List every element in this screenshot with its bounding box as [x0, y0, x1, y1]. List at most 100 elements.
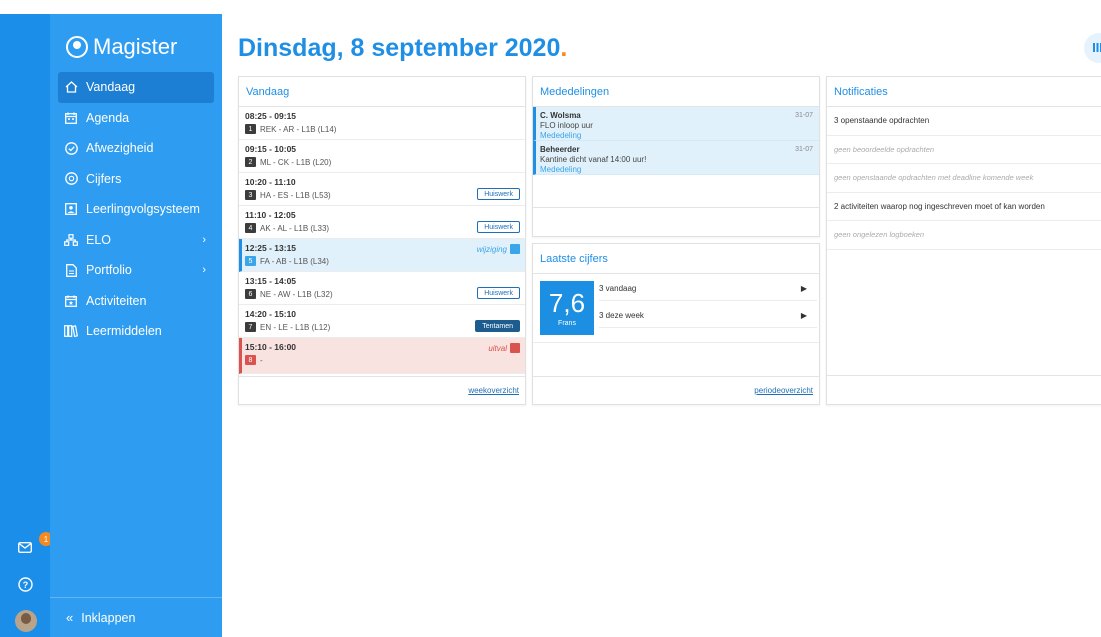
homework-tag[interactable]: Huiswerk [477, 221, 520, 233]
change-status-label: wijziging [476, 244, 507, 254]
sidebar-item-afwezigheid[interactable]: Afwezigheid [58, 133, 214, 164]
app-name: Magister [93, 34, 178, 59]
rail-top [0, 0, 50, 14]
latest-grade-value: 7,6 [548, 288, 586, 318]
lesson-time: 10:20 - 11:10 [245, 177, 296, 187]
grades-today-row[interactable]: 3 vandaag ▶ [599, 277, 817, 301]
period-overview-link[interactable]: periodeoverzicht [533, 376, 819, 404]
page-title-dot: . [560, 34, 568, 62]
lesson-time: 13:15 - 14:05 [245, 276, 297, 286]
notifications-divider [827, 375, 1101, 376]
lesson-info: - [260, 355, 263, 365]
sidebar-item-activiteiten[interactable]: Activiteiten [58, 286, 214, 317]
sidebar-item-elo[interactable]: ELO › [58, 225, 214, 256]
lesson-hour: 8 [245, 355, 256, 365]
lesson-info: AK - AL - L1B (L33) [260, 223, 330, 233]
latest-grade-tile[interactable]: 7,6 Frans [540, 281, 594, 335]
announcements-panel: Mededelingen C. Wolsma FLO inloop uur Me… [532, 76, 820, 237]
announcement-sender: C. Wolsma [540, 111, 581, 120]
announcement-sender: Beheerder [540, 145, 580, 154]
sidebar: Magister Vandaag Agenda Afwezigheid Cijf… [50, 14, 222, 637]
lesson-info: FA - AB - L1B (L34) [260, 256, 329, 266]
sidebar-item-agenda[interactable]: Agenda [58, 103, 214, 134]
announcement-date: 31-07 [795, 146, 813, 153]
sidebar-item-label: Vandaag [86, 80, 136, 95]
document-icon [64, 263, 78, 277]
sidebar-item-label: Agenda [86, 110, 130, 125]
announcement-item[interactable]: Beheerder Kantine dicht vanaf 14:00 uur!… [533, 141, 819, 175]
exam-tag[interactable]: Tentamen [475, 320, 520, 332]
sidebar-item-vandaag[interactable]: Vandaag [58, 72, 214, 103]
lesson-hour: 4 [245, 223, 256, 233]
cancel-status: uitval [488, 343, 520, 353]
cancel-calendar-icon [510, 343, 520, 353]
schedule-row[interactable]: 08:25 - 09:15 1 REK - AR - L1B (L14) [239, 107, 525, 140]
lesson-hour: 1 [245, 124, 256, 134]
announcement-type: Mededeling [540, 165, 582, 174]
page-title-text: Dinsdag, 8 september 2020 [238, 34, 561, 62]
sidebar-nav: Vandaag Agenda Afwezigheid Cijfers Leerl… [58, 72, 214, 347]
today-panel: Vandaag 08:25 - 09:15 1 REK - AR - L1B (L… [238, 76, 526, 405]
collapse-button[interactable]: « Inklappen [50, 597, 222, 637]
sidebar-item-label: ELO [86, 232, 112, 247]
lesson-info: HA - ES - L1B (L53) [260, 190, 331, 200]
lesson-time: 09:15 - 10:05 [245, 144, 297, 154]
mail-icon[interactable] [15, 537, 35, 557]
lesson-time: 08:25 - 09:15 [245, 111, 297, 121]
announcement-item[interactable]: C. Wolsma FLO inloop uur Mededeling 31-0… [533, 107, 819, 141]
avatar[interactable] [15, 610, 37, 632]
schedule-list: 08:25 - 09:15 1 REK - AR - L1B (L14) 09:1… [239, 107, 525, 374]
books-icon [64, 324, 78, 338]
sidebar-item-leermiddelen[interactable]: Leermiddelen [58, 316, 214, 347]
schedule-row-changed[interactable]: 12:25 - 13:15 5 FA - AB - L1B (L34) wijzi… [239, 239, 525, 272]
notification-item: geen beoordeelde opdrachten [827, 136, 1101, 164]
schedule-row[interactable]: 14:20 - 15:10 7 EN - LE - L1B (L12) Tenta… [239, 305, 525, 338]
sidebar-item-label: Leermiddelen [86, 324, 162, 339]
chevron-right-icon: › [202, 233, 206, 246]
chevron-right-icon: › [202, 264, 206, 276]
cancel-status-label: uitval [488, 343, 507, 353]
sidebar-item-label: Cijfers [86, 171, 122, 186]
calendar-icon [64, 111, 78, 125]
widget-settings-button[interactable] [1084, 33, 1101, 63]
collapse-label: Inklappen [81, 610, 136, 625]
grid-icon [1093, 43, 1101, 52]
week-overview-link[interactable]: weekoverzicht [239, 376, 525, 404]
sidebar-item-portfolio[interactable]: Portfolio › [58, 255, 214, 286]
grades-panel-title: Laatste cijfers [533, 244, 819, 274]
lesson-info: REK - AR - L1B (L14) [260, 124, 337, 134]
lesson-time: 11:10 - 12:05 [245, 210, 296, 220]
sidebar-item-cijfers[interactable]: Cijfers [58, 164, 214, 195]
latest-grade-subject: Frans [558, 320, 576, 327]
app-logo[interactable]: Magister [66, 34, 177, 60]
announcements-divider [533, 207, 819, 208]
notification-item[interactable]: 2 activiteiten waarop nog ingeschreven m… [827, 193, 1101, 221]
check-circle-icon [64, 141, 78, 155]
lesson-hour: 5 [245, 256, 256, 266]
grades-icon [64, 172, 78, 186]
notification-item[interactable]: 3 openstaande opdrachten [827, 107, 1101, 136]
homework-tag[interactable]: Huiswerk [477, 188, 520, 200]
schedule-row[interactable]: 13:15 - 14:05 6 NE - AW - L1B (L32) Huisw… [239, 272, 525, 305]
sidebar-item-leerlingvolgsysteem[interactable]: Leerlingvolgsysteem [58, 194, 214, 225]
lesson-info: ML - CK - L1B (L20) [260, 157, 332, 167]
icon-rail: 1 ? [0, 0, 53, 637]
schedule-row[interactable]: 11:10 - 12:05 4 AK - AL - L1B (L33) Huisw… [239, 206, 525, 239]
sitemap-icon [64, 233, 78, 247]
schedule-row-cancelled[interactable]: 15:10 - 16:00 8- uitval [239, 338, 525, 374]
change-status: wijziging [477, 244, 520, 254]
edit-calendar-icon [510, 244, 520, 254]
grades-week-row[interactable]: 3 deze week ▶ [599, 304, 817, 328]
lesson-hour: 6 [245, 289, 256, 299]
sidebar-item-label: Leerlingvolgsysteem [86, 202, 200, 217]
today-panel-title: Vandaag [239, 77, 525, 107]
help-icon[interactable]: ? [15, 574, 35, 594]
lesson-hour: 7 [245, 322, 256, 332]
schedule-row[interactable]: 09:15 - 10:05 2 ML - CK - L1B (L20) [239, 140, 525, 173]
notifications-panel: Notificaties 3 openstaande opdrachten ge… [826, 76, 1101, 405]
homework-tag[interactable]: Huiswerk [477, 287, 520, 299]
lesson-time: 14:20 - 15:10 [245, 309, 297, 319]
svg-text:?: ? [22, 580, 28, 590]
grades-panel: Laatste cijfers 7,6 Frans 3 vandaag ▶ 3 … [532, 243, 820, 405]
schedule-row[interactable]: 10:20 - 11:10 3 HA - ES - L1B (L53) Huisw… [239, 173, 525, 206]
